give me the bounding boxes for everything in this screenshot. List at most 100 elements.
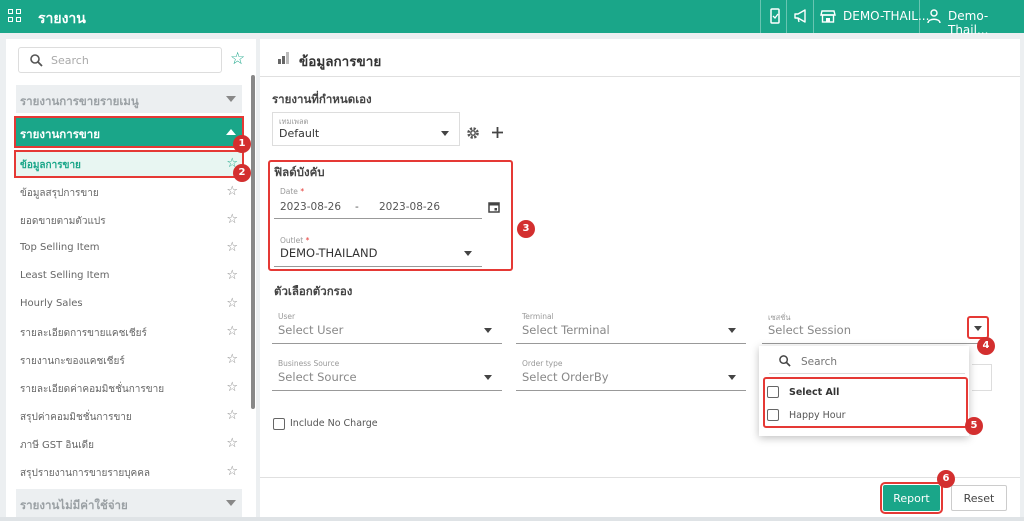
session-option-select-all[interactable]: Select All bbox=[765, 384, 955, 402]
sidebar-item-commission-summary[interactable]: สรุปค่าคอมมิชชั่นการขาย ☆ bbox=[16, 404, 242, 428]
sidebar-group-menu-sales[interactable]: รายงานการขายรายเมนู bbox=[16, 85, 242, 113]
sidebar-item-hourly-sales[interactable]: Hourly Sales ☆ bbox=[16, 292, 242, 316]
sidebar-scrollbar[interactable] bbox=[251, 75, 255, 409]
session-search[interactable] bbox=[769, 350, 965, 374]
step-badge-6: 6 bbox=[937, 470, 955, 488]
star-icon[interactable]: ☆ bbox=[226, 464, 238, 479]
include-no-charge-checkbox[interactable] bbox=[273, 418, 285, 430]
star-icon[interactable]: ☆ bbox=[226, 324, 238, 339]
reset-button[interactable]: Reset bbox=[951, 485, 1007, 511]
sidebar-search-input[interactable] bbox=[51, 52, 211, 68]
sidebar-item-label: Top Selling Item bbox=[20, 242, 100, 253]
chevron-down-icon bbox=[226, 500, 236, 506]
star-icon[interactable]: ☆ bbox=[226, 296, 238, 311]
hidden-field-edge bbox=[972, 364, 992, 391]
report-button[interactable]: Report bbox=[880, 482, 943, 514]
sidebar-item-gst-india[interactable]: ภาษี GST อินเดีย ☆ bbox=[16, 432, 242, 456]
step-badge-4: 4 bbox=[977, 337, 995, 355]
sidebar-item-cashier-sales-detail[interactable]: รายละเอียดการขายแคชเชียร์ ☆ bbox=[16, 320, 242, 344]
sidebar-item-label: รายละเอียดค่าคอมมิชชั่นการขาย bbox=[20, 384, 165, 395]
terminal-label: Terminal bbox=[522, 312, 554, 321]
add-icon[interactable] bbox=[491, 126, 504, 139]
megaphone-icon[interactable] bbox=[793, 8, 809, 24]
favorites-star-icon[interactable]: ☆ bbox=[230, 51, 245, 68]
star-icon[interactable]: ☆ bbox=[226, 380, 238, 395]
sidebar-item-sales-by-variable[interactable]: ยอดขายตามตัวแปร ☆ bbox=[16, 208, 242, 232]
date-label: Date * bbox=[280, 187, 305, 196]
gear-icon[interactable] bbox=[466, 126, 480, 140]
outlet-value: DEMO-THAILAND bbox=[280, 246, 378, 260]
sidebar-item-sales-data[interactable]: ข้อมูลการขาย ☆ bbox=[14, 150, 244, 178]
session-option-happy-hour[interactable]: Happy Hour bbox=[765, 407, 955, 425]
caret-down-icon bbox=[484, 328, 492, 333]
user-icon[interactable] bbox=[926, 8, 942, 24]
mobile-device-icon[interactable] bbox=[767, 8, 783, 24]
sidebar-item-sales-summary[interactable]: ข้อมูลสรุปการขาย ☆ bbox=[16, 180, 242, 204]
sidebar-item-label: สรุปค่าคอมมิชชั่นการขาย bbox=[20, 412, 132, 423]
session-search-input[interactable] bbox=[801, 354, 951, 369]
star-icon[interactable]: ☆ bbox=[226, 212, 238, 227]
action-footer: Report Reset bbox=[260, 477, 1020, 517]
session-dropdown-toggle-icon[interactable] bbox=[974, 326, 982, 331]
step-badge-1: 1 bbox=[233, 135, 251, 153]
date-separator: - bbox=[355, 201, 359, 213]
step-badge-2: 2 bbox=[233, 164, 251, 182]
star-icon[interactable]: ☆ bbox=[226, 240, 238, 255]
sidebar-item-label: รายงานกะของแคชเชียร์ bbox=[20, 356, 125, 367]
bar-chart-icon bbox=[278, 52, 290, 64]
date-to[interactable]: 2023-08-26 bbox=[379, 201, 440, 213]
terminal-select[interactable]: Terminal Select Terminal bbox=[516, 312, 746, 344]
sidebar-item-least-selling[interactable]: Least Selling Item ☆ bbox=[16, 264, 242, 288]
happy-hour-checkbox[interactable] bbox=[767, 409, 779, 421]
star-icon[interactable]: ☆ bbox=[226, 408, 238, 423]
sidebar-item-commission-detail[interactable]: รายละเอียดค่าคอมมิชชั่นการขาย ☆ bbox=[16, 376, 242, 400]
date-from[interactable]: 2023-08-26 bbox=[280, 201, 341, 213]
caret-down-icon bbox=[728, 375, 736, 380]
include-no-charge-label: Include No Charge bbox=[290, 418, 378, 429]
order-type-select[interactable]: Order type Select OrderBy bbox=[516, 359, 746, 391]
sidebar-search[interactable] bbox=[18, 47, 222, 73]
star-icon[interactable]: ☆ bbox=[226, 352, 238, 367]
order-type-label: Order type bbox=[522, 359, 563, 368]
session-dropdown-panel: Select All Happy Hour bbox=[759, 346, 969, 436]
sidebar-group-no-charge[interactable]: รายงานไม่มีค่าใช้จ่าย bbox=[16, 489, 242, 517]
option-label: Happy Hour bbox=[789, 410, 846, 421]
order-type-placeholder: Select OrderBy bbox=[522, 370, 609, 384]
template-select[interactable]: เทมเพลต Default bbox=[272, 112, 460, 146]
star-icon[interactable]: ☆ bbox=[226, 268, 238, 283]
star-icon[interactable]: ☆ bbox=[226, 436, 238, 451]
required-fields-heading: ฟิลด์บังคับ bbox=[274, 165, 325, 179]
divider bbox=[813, 0, 814, 33]
apps-grid-icon[interactable] bbox=[8, 9, 22, 23]
outlet-selector[interactable]: DEMO-THAIL... bbox=[843, 9, 929, 23]
select-all-checkbox[interactable] bbox=[767, 386, 779, 398]
date-range-field[interactable]: Date * 2023-08-26 - 2023-08-26 bbox=[274, 187, 482, 219]
outlet-select[interactable]: Outlet * DEMO-THAILAND bbox=[274, 236, 482, 267]
user-select[interactable]: User Select User bbox=[272, 312, 502, 344]
option-label: Select All bbox=[789, 387, 840, 398]
star-icon[interactable]: ☆ bbox=[226, 184, 238, 199]
sidebar-group-label: รายงานการขาย bbox=[20, 127, 100, 141]
divider bbox=[786, 0, 787, 33]
business-source-select[interactable]: Business Source Select Source bbox=[272, 359, 502, 391]
user-menu[interactable]: Demo- Thail... bbox=[948, 9, 1024, 37]
terminal-placeholder: Select Terminal bbox=[522, 323, 610, 337]
sidebar: ☆ รายงานการขายรายเมนู รายงานการขาย ข้อมู… bbox=[6, 39, 256, 517]
sidebar-item-cashier-shift[interactable]: รายงานกะของแคชเชียร์ ☆ bbox=[16, 348, 242, 372]
user-label: User bbox=[278, 312, 296, 321]
search-icon bbox=[779, 355, 791, 367]
sidebar-item-top-selling[interactable]: Top Selling Item ☆ bbox=[16, 236, 242, 260]
sidebar-group-sales[interactable]: รายงานการขาย bbox=[14, 116, 244, 148]
divider bbox=[919, 0, 920, 33]
sidebar-item-label: Hourly Sales bbox=[20, 298, 83, 309]
caret-down-icon bbox=[464, 251, 472, 256]
caret-down-icon bbox=[484, 375, 492, 380]
calendar-icon[interactable] bbox=[488, 201, 500, 213]
sidebar-item-label: Least Selling Item bbox=[20, 270, 110, 281]
sidebar-item-individual-sales[interactable]: สรุปรายงานการขายรายบุคคล ☆ bbox=[16, 460, 242, 484]
chevron-up-icon bbox=[226, 129, 236, 135]
business-source-placeholder: Select Source bbox=[278, 370, 357, 384]
session-select[interactable]: เซสชั่น Select Session bbox=[762, 313, 990, 344]
sidebar-group-label: รายงานการขายรายเมนู bbox=[20, 94, 139, 108]
store-icon[interactable] bbox=[820, 8, 836, 24]
